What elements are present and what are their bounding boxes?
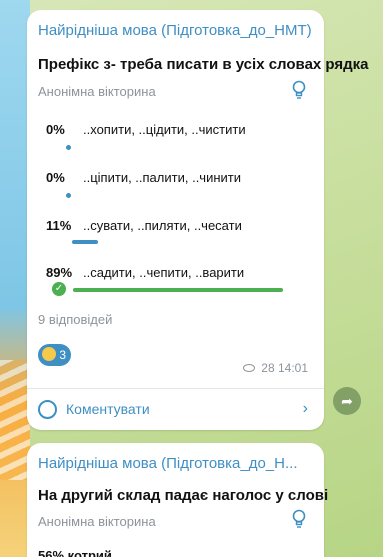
option-percent: 0% (46, 122, 65, 137)
comment-icon (38, 400, 57, 419)
quiz-option[interactable]: 11% ..сувати, ..пиляти, ..чесати (38, 218, 318, 258)
quiz-option[interactable]: 0% ..хопити, ..цідити, ..чистити (38, 122, 318, 162)
lightbulb-icon[interactable] (292, 509, 306, 531)
quiz-option[interactable]: 56% котрий (38, 548, 112, 557)
quiz-option[interactable]: 0% ..ціпити, ..палити, ..чинити (38, 170, 318, 210)
quiz-question: На другий склад падає наголос у слові (38, 487, 329, 504)
reaction-badge[interactable]: 3 (38, 344, 71, 366)
lightbulb-icon[interactable] (292, 80, 306, 102)
quiz-type-label: Анонімна вікторина (38, 514, 156, 529)
option-percent: 11% (46, 218, 72, 233)
quiz-post: Найрідніша мова (Підготовка_до_НМТ) Преф… (27, 10, 369, 430)
quiz-type-label: Анонімна вікторина (38, 84, 156, 99)
option-bar (72, 240, 98, 244)
quiz-option-correct[interactable]: 89% ..садити, ..чепити, ..варити ✓ (38, 265, 318, 305)
check-icon: ✓ (52, 282, 66, 296)
option-text: ..садити, ..чепити, ..варити (83, 265, 245, 280)
quiz-post: Найрідніша мова (Підготовка_до_Н... На д… (27, 443, 328, 557)
quiz-question: Префікс з- треба писати в усіх словах ря… (38, 56, 369, 73)
option-bar (66, 145, 71, 150)
views-and-time: 28 14:01 (242, 361, 308, 375)
option-percent: 0% (46, 170, 65, 185)
votes-count[interactable]: 9 відповідей (38, 312, 112, 327)
background-decoration (0, 0, 30, 557)
comments-button[interactable]: Коментувати › (38, 399, 314, 423)
comments-label: Коментувати (66, 401, 150, 417)
channel-name[interactable]: Найрідніша мова (Підготовка_до_Н... (38, 455, 314, 472)
chevron-right-icon: › (302, 400, 308, 417)
option-text: ..ціпити, ..палити, ..чинити (83, 170, 241, 185)
reaction-count: 3 (59, 348, 67, 362)
post-time: 14:01 (277, 361, 308, 375)
eye-icon (242, 364, 255, 372)
channel-name[interactable]: Найрідніша мова (Підготовка_до_НМТ) (38, 22, 314, 39)
option-bar (66, 193, 71, 198)
option-percent: 89% (46, 265, 73, 280)
views-count: 28 (261, 361, 275, 375)
share-icon[interactable]: ➦ (333, 387, 361, 415)
option-bar (73, 288, 284, 292)
option-text: ..хопити, ..цідити, ..чистити (83, 122, 246, 137)
divider (27, 388, 324, 389)
option-text: ..сувати, ..пиляти, ..чесати (83, 218, 242, 233)
thumbs-up-icon (42, 347, 56, 361)
